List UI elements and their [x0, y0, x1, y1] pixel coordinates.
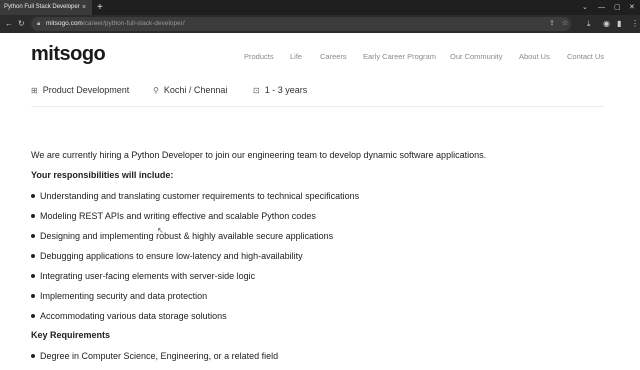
back-icon[interactable]: ← [5, 15, 13, 33]
new-tab-button[interactable]: + [97, 0, 103, 15]
list-item: Modeling REST APIs and writing effective… [31, 210, 359, 230]
department: ⊞ Product Development [31, 85, 130, 95]
mouse-cursor-icon: ↖ [157, 226, 164, 235]
nav-products[interactable]: Products [244, 52, 274, 61]
nav-our-community[interactable]: Our Community [450, 52, 503, 61]
site-header: mitsogo Products Life Careers Early Care… [0, 33, 640, 79]
list-item: Designing and implementing robust & high… [31, 230, 359, 250]
nav-early-career-program[interactable]: Early Career Program [363, 52, 436, 61]
list-item: Integrating user-facing elements with se… [31, 270, 359, 290]
address-toolbar: ← ↻ 🔒︎ mitsogo.com/career/python-full-st… [0, 15, 640, 33]
location: ⚲ Kochi / Chennai [153, 85, 228, 95]
responsibilities-list: Understanding and translating customer r… [31, 190, 359, 330]
address-bar[interactable]: 🔒︎ mitsogo.com/career/python-full-stack-… [31, 17, 571, 31]
nav-contact-us[interactable]: Contact Us [567, 52, 604, 61]
grid-icon: ⊞ [31, 86, 38, 95]
site-logo[interactable]: mitsogo [31, 43, 106, 66]
requirements-list: Degree in Computer Science, Engineering,… [31, 350, 278, 370]
profile-icon[interactable]: ◉ [603, 15, 610, 33]
browser-tab-strip: Python Full Stack Developer × + ⌄ — ▢ ✕ [0, 0, 640, 15]
list-item: Implementing security and data protectio… [31, 290, 359, 310]
requirements-heading: Key Requirements [31, 330, 111, 340]
lock-icon[interactable]: 🔒︎ [37, 17, 40, 31]
browser-tab[interactable]: Python Full Stack Developer × [0, 0, 92, 15]
menu-icon[interactable]: ⋮ [631, 15, 639, 33]
chevron-down-icon[interactable]: ⌄ [582, 0, 588, 15]
nav-careers[interactable]: Careers [320, 52, 347, 61]
location-pin-icon: ⚲ [153, 86, 159, 95]
job-meta: ⊞ Product Development ⚲ Kochi / Chennai ⊡ 1… [31, 83, 604, 107]
list-item: Accommodating various data storage solut… [31, 310, 359, 330]
share-icon[interactable]: ⇪ [549, 17, 555, 31]
minimize-icon[interactable]: — [598, 0, 605, 15]
reload-icon[interactable]: ↻ [18, 15, 25, 33]
responsibilities-heading: Your responsibilities will include: [31, 170, 174, 180]
experience: ⊡ 1 - 3 years [253, 85, 308, 95]
briefcase-icon: ⊡ [253, 86, 260, 95]
sidebar-icon[interactable]: ▮ [617, 15, 621, 33]
close-icon[interactable]: ✕ [629, 0, 635, 15]
nav-life[interactable]: Life [290, 52, 302, 61]
url-text[interactable]: mitsogo.com/career/python-full-stack-dev… [46, 17, 185, 31]
list-item: Debugging applications to ensure low-lat… [31, 250, 359, 270]
intro-text: We are currently hiring a Python Develop… [31, 150, 487, 160]
list-item: Understanding and translating customer r… [31, 190, 359, 210]
tab-close-icon[interactable]: × [82, 0, 86, 15]
list-item: Degree in Computer Science, Engineering,… [31, 350, 278, 370]
nav-about-us[interactable]: About Us [519, 52, 550, 61]
maximize-icon[interactable]: ▢ [614, 0, 621, 15]
tab-title: Python Full Stack Developer [4, 4, 80, 10]
star-icon[interactable]: ☆ [562, 17, 568, 31]
download-icon[interactable]: ⤓ [587, 15, 591, 33]
